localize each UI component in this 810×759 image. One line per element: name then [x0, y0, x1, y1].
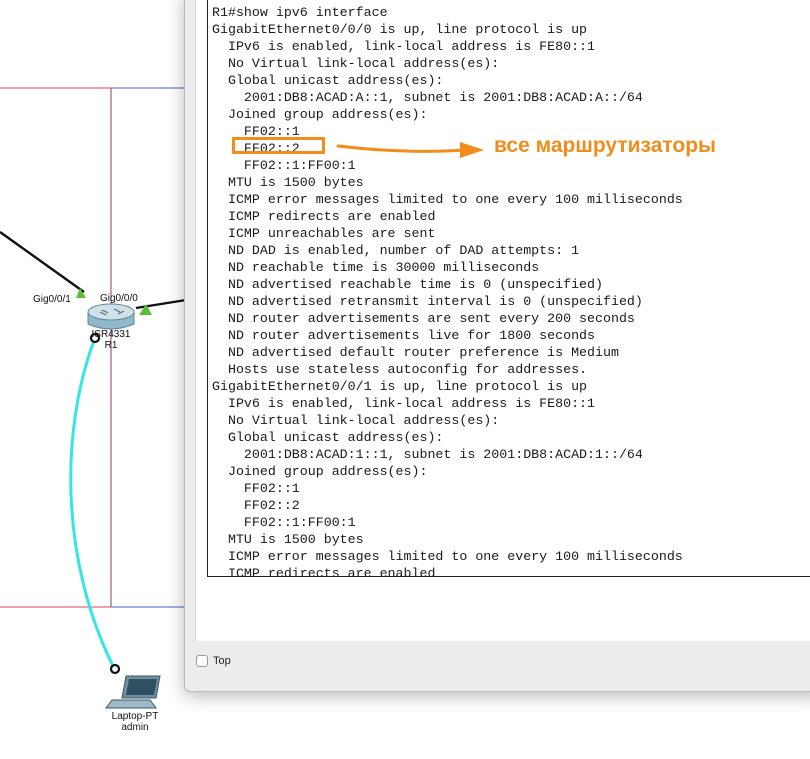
cli-line: FF02::1:FF00:1: [212, 515, 356, 530]
cli-line: ICMP error messages limited to one every…: [212, 549, 683, 564]
cli-line: GigabitEthernet0/0/0 is up, line protoco…: [212, 22, 588, 37]
cli-line: MTU is 1500 bytes: [212, 532, 364, 547]
console-cable[interactable]: [69, 337, 116, 669]
cli-line: FF02::1: [212, 481, 300, 496]
cable-endpoint-laptop[interactable]: [109, 663, 121, 675]
interface-label-gig0-0-0: Gig0/0/0: [100, 293, 138, 304]
link-gig0-0-1[interactable]: [0, 231, 85, 293]
cli-line: ND advertised default router preference …: [212, 345, 619, 360]
cli-line: IPv6 is enabled, link-local address is F…: [212, 39, 596, 54]
router-model-label: ISR4331: [91, 329, 131, 340]
cli-line: GigabitEthernet0/0/1 is up, line protoco…: [212, 379, 588, 394]
top-checkbox-label: Top: [213, 655, 231, 667]
cli-line: Joined group address(es):: [212, 464, 428, 479]
cli-line: FF02::2: [212, 498, 300, 513]
cli-line: ND router advertisements are sent every …: [212, 311, 635, 326]
cli-panel: R1#show ipv6 interface GigabitEthernet0/0…: [195, 0, 810, 641]
cli-line: ICMP redirects are enabled: [212, 209, 436, 224]
cli-line: Hosts use stateless autoconfig for addre…: [212, 362, 588, 377]
cli-line: Global unicast address(es):: [212, 430, 444, 445]
router-name-label: R1: [104, 340, 118, 351]
cli-line: ICMP error messages limited to one every…: [212, 192, 683, 207]
cli-line: ND DAD is enabled, number of DAD attempt…: [212, 243, 580, 258]
cli-line: ICMP redirects are enabled: [212, 566, 436, 577]
annotation-arrow: [336, 142, 484, 158]
cli-line: 2001:DB8:ACAD:A::1, subnet is 2001:DB8:A…: [212, 90, 643, 105]
cli-line: ND advertised reachable time is 0 (unspe…: [212, 277, 603, 292]
cli-line: Joined group address(es):: [212, 107, 428, 122]
cli-line: R1#show ipv6 interface: [212, 5, 388, 20]
cli-terminal[interactable]: R1#show ipv6 interface GigabitEthernet0/0…: [207, 0, 810, 577]
cli-line: FF02::1:FF00:1: [212, 158, 356, 173]
highlight-box: [232, 137, 325, 154]
cli-line: ND advertised retransmit interval is 0 (…: [212, 294, 643, 309]
top-checkbox[interactable]: [196, 655, 208, 667]
laptop-model-label: Laptop-PT: [111, 711, 159, 722]
link-gig0-0-0[interactable]: [135, 298, 187, 310]
cli-window: R1#show ipv6 interface GigabitEthernet0/0…: [184, 0, 810, 692]
cli-line: IPv6 is enabled, link-local address is F…: [212, 396, 596, 411]
cli-line: ND router advertisements live for 1800 s…: [212, 328, 596, 343]
cli-line: ICMP unreachables are sent: [212, 226, 436, 241]
cli-line: MTU is 1500 bytes: [212, 175, 364, 190]
cli-line: No Virtual link-local address(es):: [212, 413, 500, 428]
annotation-text: все маршрутизаторы: [494, 134, 716, 157]
router-icon[interactable]: [87, 303, 135, 330]
cli-line: Global unicast address(es):: [212, 73, 444, 88]
laptop-name-label: admin: [121, 722, 149, 733]
cli-line: 2001:DB8:ACAD:1::1, subnet is 2001:DB8:A…: [212, 447, 643, 462]
laptop-icon[interactable]: [105, 675, 161, 709]
cli-line: No Virtual link-local address(es):: [212, 56, 500, 71]
interface-label-gig0-0-1: Gig0/0/1: [33, 294, 71, 305]
cli-line: ND reachable time is 30000 milliseconds: [212, 260, 540, 275]
top-checkbox-row[interactable]: Top: [196, 653, 231, 669]
cli-output: R1#show ipv6 interface GigabitEthernet0/0…: [208, 0, 810, 577]
